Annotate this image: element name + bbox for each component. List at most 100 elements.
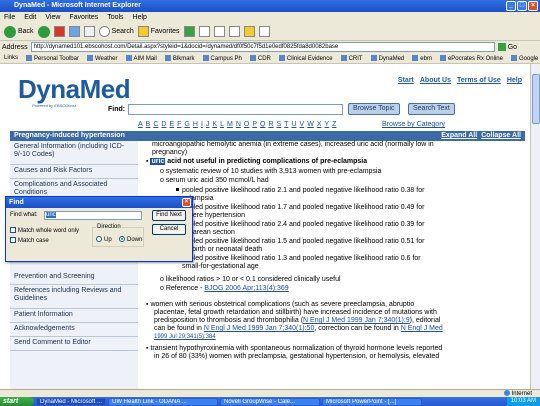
alpha-letter[interactable]: R [268,121,273,128]
menu-view[interactable]: View [45,12,60,23]
link-item[interactable]: AIM Mail [126,55,157,62]
sidebar-item-general[interactable]: General Information (including ICD-9/-10… [10,141,138,165]
alpha-letter[interactable]: D [161,121,166,128]
link-item[interactable]: CDR [250,55,271,62]
taskbar-item[interactable]: UW Health Link - ODANA ... [108,397,218,406]
browse-category-link[interactable]: Browse by Category [382,121,445,128]
menu-favorites[interactable]: Favorites [69,12,98,23]
terms-link[interactable]: Terms of Use [457,77,501,84]
alpha-letter[interactable]: T [284,121,288,128]
find-input[interactable] [128,104,343,115]
home-icon[interactable] [83,26,95,37]
link-item[interactable]: Campus Ph [203,55,242,62]
alpha-letter[interactable]: L [220,121,224,128]
sidebar-item-causes[interactable]: Causes and Risk Factors [10,165,138,179]
alpha-letter[interactable]: M [227,121,233,128]
edit-icon[interactable] [228,26,240,37]
alpha-letter[interactable]: H [193,121,198,128]
alpha-letter[interactable]: B [146,121,151,128]
about-link[interactable]: About Us [420,77,451,84]
match-case-option[interactable]: Match case [10,237,49,244]
alpha-letter[interactable]: N [236,121,241,128]
alpha-letter[interactable]: C [153,121,158,128]
alpha-letter[interactable]: S [277,121,282,128]
link-item[interactable]: Google [511,55,538,62]
taskbar-item[interactable]: Novell GroupWise - Cale... [220,397,320,406]
alpha-letter[interactable]: A [138,121,143,128]
stop-icon[interactable] [53,26,65,37]
menu-file[interactable]: File [4,12,15,23]
reference-link[interactable]: N Engl J Med [401,325,443,332]
search-text-button[interactable]: Search Text [408,103,455,115]
cancel-button[interactable]: Cancel [152,224,186,235]
expand-all-link[interactable]: Expand All [441,131,477,141]
find-next-button[interactable]: Find Next [152,210,186,221]
sidebar-item-send-comment[interactable]: Send Comment to Editor [10,337,138,351]
menu-help[interactable]: Help [133,12,147,23]
alpha-letter[interactable]: U [291,121,296,128]
link-item[interactable]: CRIT [341,55,363,62]
discuss-icon[interactable] [243,26,255,37]
alpha-letter[interactable]: F [177,121,181,128]
direction-down-option[interactable]: Down [119,236,142,243]
alpha-letter[interactable]: E [169,121,174,128]
collapse-all-link[interactable]: Collapse All [481,131,521,141]
link-item[interactable]: ebm [412,55,432,62]
link-item[interactable]: Personal Toolbar [26,55,79,62]
link-item[interactable]: Clinical Evidence [279,55,333,62]
sidebar-item-acknowledgements[interactable]: Acknowledgements [10,323,138,337]
link-item[interactable]: Weather [87,55,118,62]
alpha-letter[interactable]: V [300,121,305,128]
sidebar-item-patient-info[interactable]: Patient Information [10,309,138,323]
go-button[interactable]: Go [497,43,517,51]
history-icon[interactable] [183,26,195,37]
alpha-letter[interactable]: O [244,121,249,128]
sidebar-item-prevention[interactable]: Prevention and Screening [10,271,138,285]
alpha-letter[interactable]: Z [332,121,336,128]
vertical-scrollbar[interactable] [530,64,540,389]
link-item[interactable]: ePocrates Rx Online [440,55,503,62]
find-dialog-title-bar[interactable]: Find × [6,197,192,208]
minimize-icon[interactable]: _ [506,1,516,11]
alpha-letter[interactable]: Y [324,121,329,128]
favorites-button[interactable]: Favorites [137,26,180,37]
match-whole-word-option[interactable]: Match whole word only [10,227,79,234]
reference-link[interactable]: N Engl J Med 1999 Jan 7;340(1):9 [303,317,410,324]
search-button[interactable]: Search [98,26,134,37]
start-button[interactable]: start [0,397,34,406]
reference-link[interactable]: BJOG 2006 Apr;113(4):369 [204,285,288,292]
reference-link[interactable]: N Engl J Med 1999 Jan 7;340(1):50 [204,325,315,332]
messenger-icon[interactable] [258,26,270,37]
alpha-letter[interactable]: P [252,121,257,128]
taskbar-item[interactable]: DynaMed - Microsoft ... [36,397,106,406]
taskbar-item[interactable]: Microsoft PowerPoint - [...] [322,397,422,406]
start-link[interactable]: Start [398,77,414,84]
back-button[interactable]: Back [4,25,34,38]
menu-edit[interactable]: Edit [24,12,36,23]
help-link[interactable]: Help [507,77,522,84]
print-icon[interactable] [213,26,225,37]
maximize-icon[interactable]: □ [517,1,527,11]
browse-topic-button[interactable]: Browse Topic [348,103,400,115]
address-input[interactable]: http://dynamed101.ebscohost.com/Detail.a… [30,42,495,52]
alpha-letter[interactable]: X [317,121,322,128]
close-icon[interactable]: × [528,1,538,11]
link-item[interactable]: DynaMed [371,55,405,62]
alpha-letter[interactable]: K [212,121,217,128]
direction-up-option[interactable]: Up [96,236,112,243]
reference-link-text[interactable]: 1999 Jul 29;341(5):384 [154,334,216,340]
menu-tools[interactable]: Tools [107,12,123,23]
alpha-letter[interactable]: W [307,121,314,128]
alpha-letter[interactable]: J [206,121,210,128]
alpha-letter[interactable]: I [201,121,203,128]
sidebar-item-references[interactable]: References including Reviews and Guideli… [10,285,138,309]
link-item[interactable]: Blkmark [165,55,195,62]
alpha-letter[interactable]: Q [260,121,265,128]
alpha-letter[interactable]: G [184,121,189,128]
scroll-thumb[interactable] [532,74,540,124]
refresh-icon[interactable] [68,26,80,37]
close-icon[interactable]: × [182,198,191,207]
mail-icon[interactable] [198,26,210,37]
forward-arrow-icon[interactable] [37,25,50,38]
reference-link[interactable]: 1999 Jul 29;341(5):384 [154,333,216,341]
